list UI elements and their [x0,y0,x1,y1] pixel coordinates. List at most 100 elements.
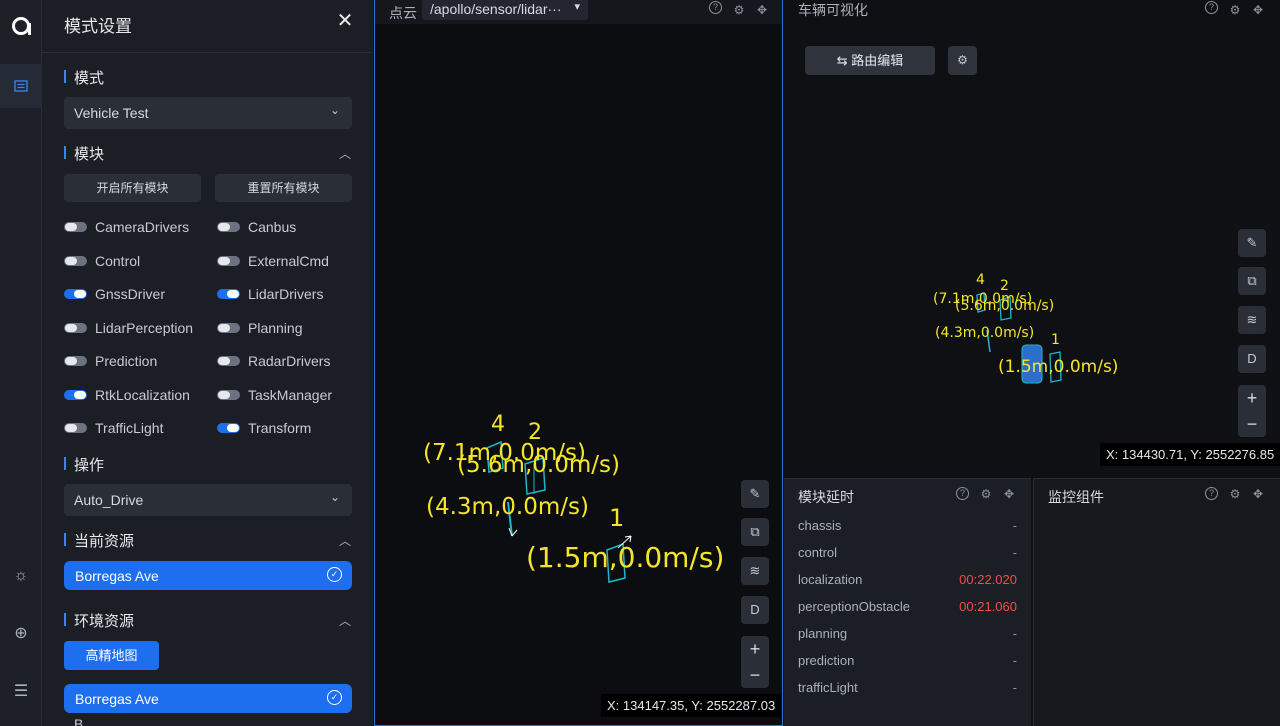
latency-row: control - [798,545,1017,563]
module-label: Prediction [95,353,158,369]
lidar-topic-value: /apollo/sensor/lidar··· [430,1,562,17]
vehicle-scene[interactable] [784,0,1280,474]
chevron-up-icon[interactable]: ︿ [338,612,352,628]
zoom-out-button[interactable]: − [1238,411,1266,437]
view-d-button[interactable]: D [741,596,769,624]
reset-all-modules-button[interactable]: 重置所有模块 [215,174,352,202]
chevron-up-icon[interactable]: ︿ [338,532,352,548]
layers-icon[interactable]: ≋ [741,557,769,585]
chevron-up-icon[interactable]: ︿ [338,145,352,161]
list-menu-icon[interactable]: ☰ [0,677,42,705]
module-toggle[interactable]: Transform [217,419,311,437]
enable-all-modules-button[interactable]: 开启所有模块 [64,174,201,202]
operation-select-value: Auto_Drive [74,492,144,508]
module-toggle[interactable]: Prediction [64,352,157,370]
module-label: RadarDrivers [248,353,331,369]
chevron-down-icon: ⌄ [329,103,340,117]
module-toggle[interactable]: RtkLocalization [64,386,190,404]
toggle-switch[interactable] [217,255,240,266]
help-icon[interactable]: ? [1205,487,1218,500]
current-resource-item[interactable]: Borregas Ave ✓ [64,561,352,590]
lidar-topic-select[interactable]: /apollo/sensor/lidar··· ▾ [422,0,588,20]
modules-section-title: 模块 [64,143,104,164]
module-toggle[interactable]: LidarPerception [64,319,193,337]
latency-value: - [1012,518,1017,533]
monitor-panel: 监控组件 ? ⚙ ✥ [1033,478,1280,726]
module-label: GnssDriver [95,286,166,302]
module-label: ExternalCmd [248,252,329,269]
obstacle-info-label: (1.5m,0.0m/s) [998,357,1119,377]
zoom-out-button[interactable]: − [741,662,769,688]
move-icon[interactable]: ✥ [1250,486,1266,502]
toggle-switch[interactable] [64,289,87,299]
gear-icon[interactable]: ⚙ [978,486,994,502]
mode-select[interactable]: Vehicle Test ⌄ [64,97,352,129]
gear-icon[interactable]: ⚙ [731,2,747,18]
copy-icon[interactable]: ⧉ [741,518,769,546]
latency-row: localization 00:22.020 [798,572,1017,590]
module-toggle[interactable]: Canbus [217,218,296,236]
module-toggle[interactable]: LidarDrivers [217,285,323,303]
obstacle-id-label: 4 [491,412,505,437]
mode-select-value: Vehicle Test [74,105,149,121]
help-icon[interactable]: ? [709,1,722,14]
help-icon[interactable]: ? [956,487,969,500]
latency-row: planning - [798,626,1017,644]
module-toggle[interactable]: GnssDriver [64,285,165,303]
toggle-switch[interactable] [64,356,87,366]
toggle-switch[interactable] [64,222,87,232]
theme-sun-icon[interactable]: ☼ [0,562,42,590]
apollo-logo [6,12,36,40]
layers-icon[interactable]: ≋ [1238,306,1266,334]
move-icon[interactable]: ✥ [754,2,770,18]
module-toggle[interactable]: ExternalCmd [217,252,329,270]
latency-row: perceptionObstacle 00:21.060 [798,599,1017,617]
module-toggle[interactable]: CameraDrivers [64,218,189,236]
vehicle-coordinates: X: 134430.71, Y: 2552276.85 [1100,443,1280,466]
operation-select[interactable]: Auto_Drive ⌄ [64,484,352,516]
toggle-switch[interactable] [217,322,240,333]
zoom-in-button[interactable]: + [1238,385,1266,411]
hd-map-button[interactable]: 高精地图 [64,641,159,670]
module-toggle[interactable]: RadarDrivers [217,352,330,370]
ruler-icon[interactable]: ✎ [1238,229,1266,257]
mode-settings-panel: 模式设置 ✕ 模式 Vehicle Test ⌄ 模块 ︿ 开启所有模块 重置所… [42,0,373,726]
env-resource-section-title: 环境资源 [64,610,134,631]
toggle-switch[interactable] [64,423,87,433]
module-toggle[interactable]: TaskManager [217,386,332,404]
zoom-in-button[interactable]: + [741,636,769,662]
latency-value: - [1012,653,1017,668]
module-toggle[interactable]: Planning [217,319,303,337]
toggle-switch[interactable] [217,289,240,299]
env-resource-item[interactable]: Borregas Ave ✓ [64,684,352,713]
env-resource-next-item[interactable]: B... [74,716,95,726]
divider [42,52,373,53]
add-circle-icon[interactable]: ⊕ [0,619,42,647]
toggle-switch[interactable] [217,222,240,232]
latency-value: 00:22.020 [959,572,1017,587]
toggle-switch[interactable] [217,389,240,400]
latency-module-name: control [798,545,838,560]
latency-module-name: planning [798,626,848,641]
ruler-icon[interactable]: ✎ [741,480,769,508]
point-cloud-scene[interactable] [375,24,782,724]
toggle-switch[interactable] [217,356,240,366]
toggle-switch[interactable] [64,322,87,333]
copy-icon[interactable]: ⧉ [1238,267,1266,295]
module-toggle[interactable]: TrafficLight [64,419,163,437]
toggle-switch[interactable] [64,389,87,400]
mode-settings-nav-button[interactable] [0,64,42,108]
toggle-switch[interactable] [64,255,87,266]
toggle-switch[interactable] [217,423,240,433]
module-label: Transform [248,420,312,436]
move-icon[interactable]: ✥ [1001,486,1017,502]
close-icon[interactable]: ✕ [334,8,356,34]
latency-value: - [1012,626,1017,641]
module-toggle[interactable]: Control [64,252,140,270]
view-d-button[interactable]: D [1238,345,1266,373]
gear-icon[interactable]: ⚙ [1227,486,1243,502]
obstacle-id-label: 2 [1000,278,1009,294]
module-label: LidarDrivers [248,286,324,302]
zoom-control: + − [1238,385,1266,437]
latency-row: prediction - [798,653,1017,671]
